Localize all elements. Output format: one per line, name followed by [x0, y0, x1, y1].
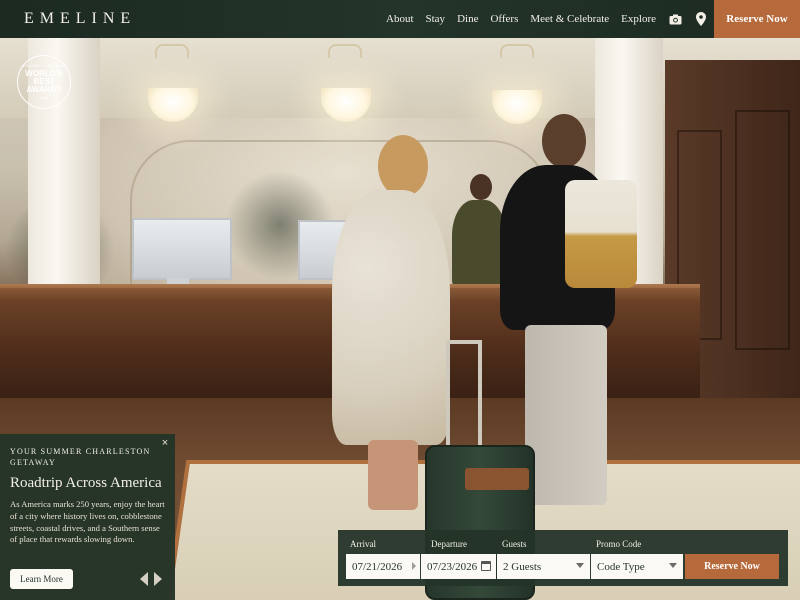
- nav-meet-celebrate[interactable]: Meet & Celebrate: [530, 13, 609, 25]
- booking-widget: Arrival Departure Guests Promo Code 07/2…: [338, 530, 788, 586]
- reserve-now-button[interactable]: Reserve Now: [714, 0, 800, 38]
- promo-title: Roadtrip Across America: [10, 475, 162, 491]
- departure-label: Departure: [431, 539, 467, 549]
- promo-pager: [140, 572, 162, 586]
- booking-reserve-button[interactable]: Reserve Now: [685, 554, 779, 579]
- promo-code-label: Promo Code: [596, 539, 642, 549]
- site-header: EMELINE About Stay Dine Offers Meet & Ce…: [0, 0, 800, 38]
- backpack: [565, 180, 637, 288]
- prev-arrow-icon[interactable]: [140, 572, 148, 586]
- next-arrow-icon[interactable]: [154, 572, 162, 586]
- promo-kicker: Your Summer Charleston Getaway: [10, 447, 151, 467]
- camera-icon[interactable]: [668, 12, 682, 26]
- clerk-head: [470, 174, 492, 200]
- clerk: [452, 200, 506, 290]
- chevron-down-icon: [576, 563, 584, 568]
- woman-dress: [332, 190, 450, 445]
- departure-field[interactable]: 07/23/2026: [421, 554, 496, 579]
- map-pin-icon[interactable]: [694, 12, 708, 26]
- nav-offers[interactable]: Offers: [490, 13, 518, 25]
- chevron-right-icon: [412, 562, 416, 570]
- nav-explore[interactable]: Explore: [621, 13, 656, 25]
- nav-stay[interactable]: Stay: [426, 13, 446, 25]
- main-nav: About Stay Dine Offers Meet & Celebrate …: [386, 0, 708, 38]
- nav-dine[interactable]: Dine: [457, 13, 478, 25]
- arrival-label: Arrival: [350, 539, 376, 549]
- monitor: [132, 218, 232, 280]
- promo-body: As America marks 250 years, enjoy the he…: [10, 499, 165, 545]
- woman-head: [378, 135, 428, 197]
- calendar-icon: [481, 561, 491, 571]
- chevron-down-icon: [669, 563, 677, 568]
- logo[interactable]: EMELINE: [24, 10, 136, 28]
- award-badge: TRAVEL+ LEISURE WORLD'S BEST AWARDS 2025: [17, 55, 71, 109]
- arrival-field[interactable]: 07/21/2026: [346, 554, 420, 579]
- nav-about[interactable]: About: [386, 13, 414, 25]
- promo-code-select[interactable]: Code Type: [591, 554, 683, 579]
- guests-select[interactable]: 2 Guests: [497, 554, 590, 579]
- close-icon[interactable]: ×: [159, 437, 171, 449]
- learn-more-button[interactable]: Learn More: [10, 569, 73, 589]
- man-pants: [525, 325, 607, 505]
- guests-label: Guests: [502, 539, 527, 549]
- man-head: [542, 114, 586, 168]
- promo-panel: × Your Summer Charleston Getaway Roadtri…: [0, 434, 175, 600]
